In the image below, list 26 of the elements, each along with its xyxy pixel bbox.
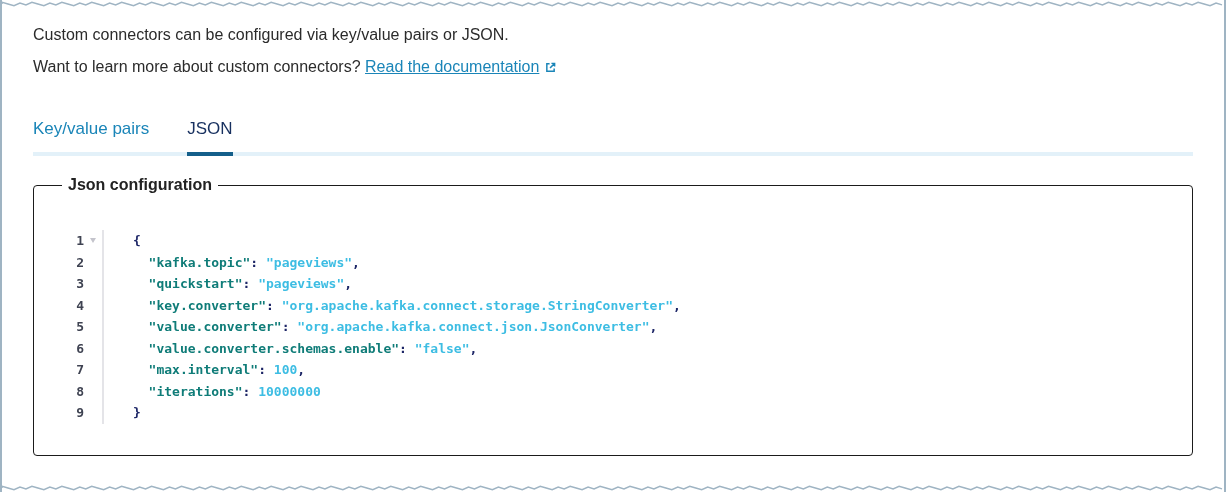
code-line: }: [133, 404, 142, 422]
help-text: Want to learn more about custom connectors?: [33, 58, 361, 75]
line-number: 8: [75, 382, 84, 401]
documentation-link[interactable]: Read the documentation: [365, 58, 540, 75]
code-line: {: [133, 232, 142, 250]
intro-text: Custom connectors can be configured via key/value pairs or JSON.: [33, 25, 510, 45]
code-line: "iterations": 10000000: [147, 382, 322, 401]
code-line: "kafka.topic": "pageviews",: [147, 253, 361, 272]
line-number: 5: [75, 318, 84, 336]
code-line: "value.converter.schemas.enable": "false",: [147, 339, 479, 358]
tab[interactable]: JSON: [187, 119, 233, 156]
line-number: 9: [75, 404, 84, 422]
external-link-icon: [545, 62, 557, 73]
line-number: 6: [75, 339, 84, 358]
line-number: 4: [75, 296, 84, 315]
line-number: 2: [75, 253, 84, 272]
line-number: 3: [75, 275, 84, 293]
line-number: 7: [75, 361, 84, 379]
code-line: "max.interval": 100,: [147, 361, 307, 379]
tab[interactable]: Key/value pairs: [33, 119, 150, 156]
code-line: "value.converter": "org.apache.kafka.connect.json.JsonConverter",: [147, 318, 659, 336]
line-number: 1: [75, 232, 84, 250]
fold-icon[interactable]: [90, 238, 96, 244]
code-line: "quickstart": "pageviews",: [147, 275, 354, 293]
fieldset-legend: Json configuration: [62, 176, 218, 194]
code-line: "key.converter": "org.apache.kafka.connect.storage.StringConverter",: [147, 296, 682, 315]
